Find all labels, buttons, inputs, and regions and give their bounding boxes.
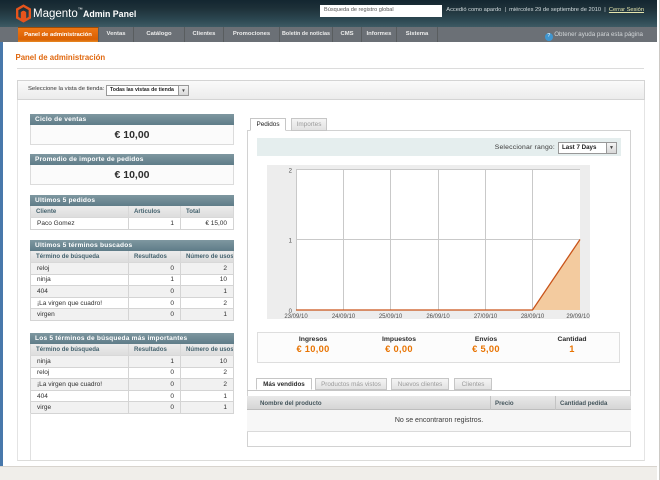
svg-text:24/09/10: 24/09/10 xyxy=(332,314,356,319)
svg-text:29/09/10: 29/09/10 xyxy=(566,314,590,319)
svg-text:28/09/10: 28/09/10 xyxy=(521,314,545,319)
svg-text:23/09/10: 23/09/10 xyxy=(284,314,308,319)
svg-text:25/09/10: 25/09/10 xyxy=(379,314,403,319)
svg-text:26/09/10: 26/09/10 xyxy=(426,314,450,319)
svg-text:27/09/10: 27/09/10 xyxy=(474,314,498,319)
